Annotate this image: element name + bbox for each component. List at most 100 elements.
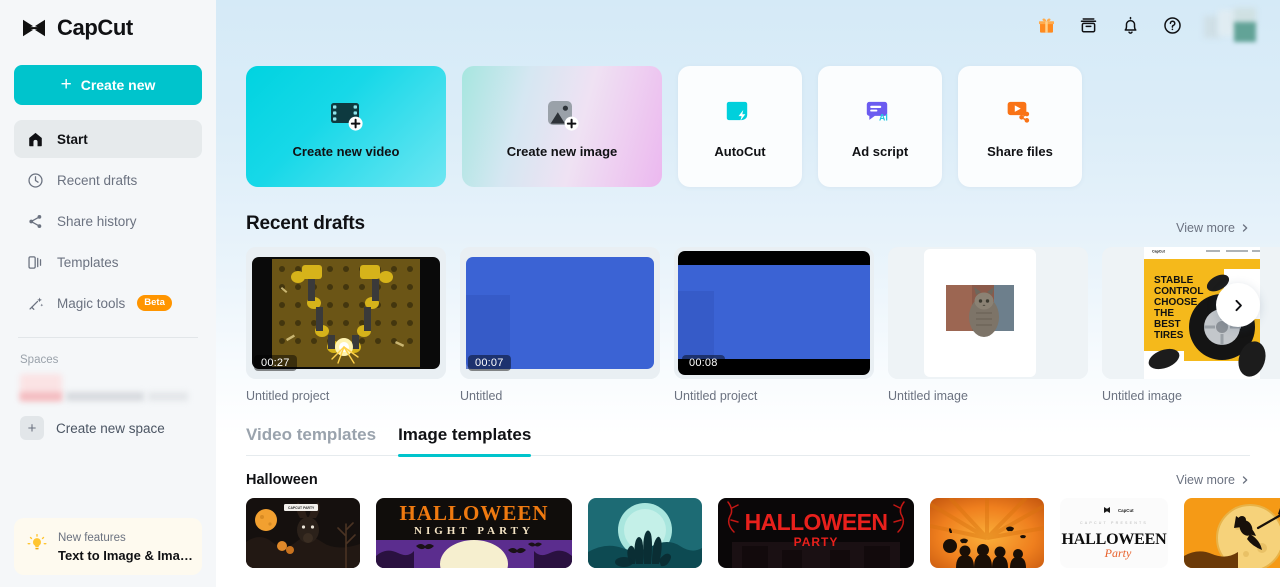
draft-card[interactable]: Untitled image: [888, 247, 1088, 403]
capcut-logo-icon: [20, 17, 48, 39]
archive-box-icon[interactable]: [1076, 13, 1100, 37]
autocut-icon: [720, 94, 760, 134]
create-new-label: Create new: [80, 77, 156, 93]
beta-badge: Beta: [137, 295, 172, 311]
blur-block: [66, 392, 144, 401]
space-item-redacted[interactable]: [20, 374, 202, 402]
ad-script-ai-icon: AI: [860, 94, 900, 134]
film-strip-plus-icon: [326, 94, 366, 134]
ad-script-card[interactable]: AI Ad script: [818, 66, 942, 187]
template-card[interactable]: CAPCUT PARTY: [246, 498, 360, 568]
drafts-next-button[interactable]: [1216, 283, 1260, 327]
svg-text:CHOOSE: CHOOSE: [1154, 297, 1198, 308]
share-icon: [26, 212, 45, 231]
tab-image-templates[interactable]: Image templates: [398, 425, 532, 457]
templates-category-header: Halloween View more: [246, 472, 1250, 488]
create-new-space-label: Create new space: [56, 420, 165, 436]
template-caption: Party: [1104, 546, 1132, 560]
card-label: Ad script: [851, 144, 909, 159]
svg-text:BEST: BEST: [1154, 319, 1181, 330]
brand-name: CapCut: [57, 15, 133, 40]
halloween-party-red-template: HALLOWEEN PARTY: [718, 498, 914, 568]
content-area: Create new video Create new image AutoCu…: [216, 66, 1280, 568]
create-new-space-button[interactable]: + Create new space: [14, 412, 202, 444]
recent-drafts-header: Recent drafts View more: [246, 213, 1250, 235]
spaces-section-label: Spaces: [20, 354, 59, 366]
draft-name: Untitled: [460, 389, 503, 403]
autocut-card[interactable]: AutoCut: [678, 66, 802, 187]
plus-square-icon: +: [20, 416, 44, 440]
draft-thumbnail: 00:08: [674, 247, 874, 379]
svg-text:STABLE: STABLE: [1154, 275, 1194, 286]
svg-text:HALLOWEEN: HALLOWEEN: [399, 501, 548, 525]
svg-text:CONTROL: CONTROL: [1154, 286, 1203, 297]
templates-list: CAPCUT PARTY HALLOWEEN NIGHT PARTY HALLO…: [246, 498, 1280, 568]
halloween-night-party-template: HALLOWEEN NIGHT PARTY: [376, 498, 572, 568]
image-plus-icon: [542, 94, 582, 134]
home-icon: [26, 130, 45, 149]
draft-card[interactable]: 00:08 Untitled project: [674, 247, 874, 403]
create-new-video-card[interactable]: Create new video: [246, 66, 446, 187]
recent-drafts-list: 00:27 Untitled project 00:07 Untitled 00…: [246, 247, 1280, 403]
svg-text:HALLOWEEN: HALLOWEEN: [745, 509, 888, 535]
new-features-title: New features: [58, 532, 126, 545]
draft-card[interactable]: 00:27 Untitled project: [246, 247, 446, 403]
sidebar-item-magic-tools[interactable]: Magic tools Beta: [14, 284, 202, 322]
template-card[interactable]: [588, 498, 702, 568]
avatar[interactable]: [1204, 8, 1258, 42]
help-circle-icon[interactable]: [1160, 13, 1184, 37]
share-files-card[interactable]: Share files: [958, 66, 1082, 187]
template-card[interactable]: HALLOWEEN NIGHT PARTY: [376, 498, 572, 568]
sidebar-item-start[interactable]: Start: [14, 120, 202, 158]
sidebar-item-recent-drafts[interactable]: Recent drafts: [14, 161, 202, 199]
template-card[interactable]: [930, 498, 1044, 568]
gift-icon[interactable]: [1034, 13, 1058, 37]
svg-text:PARTY: PARTY: [794, 535, 839, 549]
halloween-witch-moon-template: [1184, 498, 1280, 568]
create-new-button[interactable]: + Create new: [14, 65, 202, 105]
draft-card[interactable]: 00:07 Untitled: [460, 247, 660, 403]
draft-name: Untitled project: [246, 389, 330, 403]
halloween-zombie-hand-template: [588, 498, 702, 568]
lightbulb-icon: [26, 533, 48, 560]
draft-thumbnail: 00:27: [246, 247, 446, 379]
draft-name: Untitled image: [1102, 389, 1182, 403]
svg-text:AI: AI: [879, 113, 888, 123]
blur-block: [1234, 22, 1256, 42]
new-features-banner[interactable]: New features Text to Image & Ima…: [14, 518, 202, 575]
template-card[interactable]: [1184, 498, 1280, 568]
sidebar-item-share-history[interactable]: Share history: [14, 202, 202, 240]
svg-text:NIGHT PARTY: NIGHT PARTY: [414, 525, 534, 537]
template-card[interactable]: HALLOWEEN PARTY: [718, 498, 914, 568]
template-card[interactable]: CapCut CAPCUT PRESENTS HALLOWEEN Party: [1060, 498, 1168, 568]
halloween-kids-orange-template: [930, 498, 1044, 568]
draft-thumbnail: 00:07: [460, 247, 660, 379]
chevron-right-icon: [1235, 299, 1242, 311]
templates-tabs: Video templates Image templates: [246, 425, 1250, 457]
sidebar-item-label: Share history: [57, 213, 137, 229]
bell-icon[interactable]: [1118, 13, 1142, 37]
create-new-image-card[interactable]: Create new image: [462, 66, 662, 187]
card-label: Create new video: [292, 144, 400, 159]
templates-view-more[interactable]: View more: [1176, 473, 1250, 487]
view-more-label: View more: [1176, 221, 1235, 235]
draft-duration: 00:07: [468, 355, 511, 371]
svg-text:TIRES: TIRES: [1154, 330, 1184, 341]
draft-duration: 00:27: [254, 355, 297, 371]
view-more-label: View more: [1176, 473, 1235, 487]
draft-card[interactable]: CapCut STABLE CONTROL CHOOSE THE BEST TI…: [1102, 247, 1280, 403]
recent-drafts-view-more[interactable]: View more: [1176, 221, 1250, 235]
action-cards-row: Create new video Create new image AutoCu…: [246, 66, 1250, 187]
main-content: Create new video Create new image AutoCu…: [216, 0, 1280, 587]
sidebar-item-templates[interactable]: Templates: [14, 243, 202, 281]
draft-thumbnail: [888, 247, 1088, 379]
sidebar-nav: Start Recent drafts Share history Templa…: [14, 120, 202, 322]
new-features-subtitle: Text to Image & Ima…: [58, 548, 193, 563]
tab-video-templates[interactable]: Video templates: [246, 425, 376, 455]
cat-photo-thumb: [888, 247, 1088, 379]
sidebar-item-label: Start: [57, 131, 88, 147]
draft-name: Untitled image: [888, 389, 968, 403]
halloween-moon-deer-template: CAPCUT PARTY: [246, 498, 360, 568]
sidebar-divider: [18, 337, 198, 338]
brand-logo[interactable]: CapCut: [14, 0, 202, 56]
